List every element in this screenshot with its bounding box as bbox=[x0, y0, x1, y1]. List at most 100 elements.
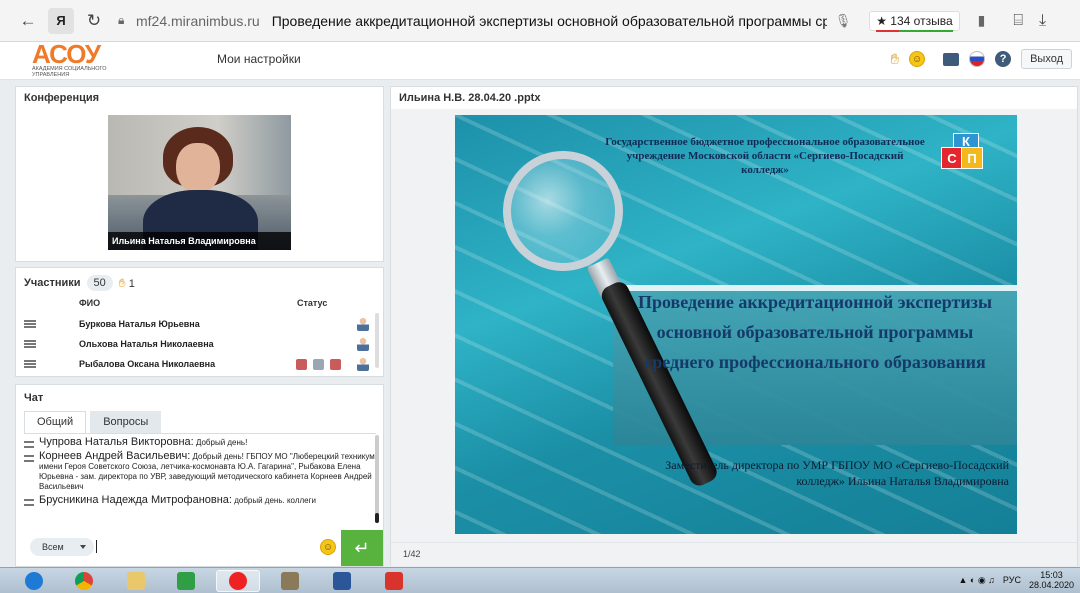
app-header: АСОУ Академия социального управления Мои… bbox=[0, 39, 1080, 80]
participant-row[interactable]: Ольхова Наталья Николаевна bbox=[24, 334, 369, 354]
participant-status bbox=[357, 337, 369, 351]
clock[interactable]: 15:03 28.04.2020 bbox=[1029, 570, 1074, 590]
tab-questions[interactable]: Вопросы bbox=[90, 411, 162, 433]
translate-icon[interactable]: ⌸ bbox=[1013, 12, 1023, 30]
drag-handle-icon[interactable] bbox=[24, 340, 36, 348]
message-author: Чупрова Наталья Викторовна: bbox=[39, 436, 194, 448]
emoji-icon[interactable]: ☺ bbox=[320, 539, 336, 555]
clock-time: 15:03 bbox=[1040, 570, 1063, 580]
column-status: Статус bbox=[297, 298, 328, 308]
yandex-browser-icon[interactable] bbox=[216, 570, 260, 592]
reviews-badge[interactable]: ★ 134 отзыва bbox=[869, 10, 960, 32]
logo-cube: С bbox=[941, 147, 963, 169]
download-icon[interactable]: ⤓ bbox=[1039, 12, 1046, 30]
message-text: добрый день. коллеги bbox=[234, 496, 316, 505]
slide[interactable]: Государственное бюджетное профессиональн… bbox=[455, 115, 1017, 534]
explorer-icon[interactable] bbox=[114, 570, 158, 592]
page-number: 1/42 bbox=[403, 549, 421, 559]
drag-handle-icon[interactable] bbox=[24, 360, 36, 368]
logo-mark: АСОУ bbox=[32, 39, 101, 69]
chat-input[interactable] bbox=[96, 540, 97, 553]
recipient-value: Всем bbox=[42, 542, 64, 552]
message-author: Корнеев Андрей Васильевич: bbox=[39, 450, 191, 462]
participant-name: Буркова Наталья Юрьевна bbox=[79, 319, 200, 329]
reload-icon[interactable]: ↻ bbox=[80, 7, 108, 35]
user-icon bbox=[357, 337, 369, 351]
user-icon bbox=[357, 357, 369, 371]
header-actions: ✋︎ ☺ ? Выход bbox=[891, 49, 1072, 69]
slide-heading: Проведение аккредитационной экспертизы о… bbox=[637, 292, 993, 372]
chat-panel: Чат Общий Вопросы Чупрова Наталья Виктор… bbox=[15, 384, 384, 567]
chat-message: Чупрова Наталья Викторовна: Добрый день! bbox=[24, 437, 376, 448]
participant-status bbox=[296, 357, 369, 371]
scrollbar-thumb[interactable] bbox=[375, 513, 379, 523]
chrome-icon[interactable] bbox=[62, 570, 106, 592]
participants-count: 50 bbox=[86, 275, 113, 291]
tray-icons[interactable]: ▲ ◐ ◉ ♫ bbox=[958, 575, 994, 586]
asou-logo[interactable]: АСОУ Академия социального управления bbox=[32, 39, 132, 80]
chevron-down-icon bbox=[80, 545, 86, 549]
message-handle-icon bbox=[24, 499, 34, 506]
slide-organization: Государственное бюджетное профессиональн… bbox=[605, 136, 925, 176]
column-fio: ФИО bbox=[79, 298, 101, 308]
college-logo: К С П bbox=[941, 133, 985, 177]
folder-icon[interactable] bbox=[943, 52, 960, 66]
microphone-icon[interactable]: 🎙︎ bbox=[835, 13, 852, 29]
participant-name: Рыбалова Оксана Николаевна bbox=[79, 359, 216, 369]
clock-date: 28.04.2020 bbox=[1028, 580, 1074, 590]
ie-icon[interactable] bbox=[12, 570, 56, 592]
logo-subtitle: Академия социального управления bbox=[32, 66, 107, 78]
recipient-select[interactable]: Всем bbox=[30, 538, 94, 556]
language-indicator[interactable]: РУС bbox=[1003, 575, 1021, 585]
word-icon[interactable] bbox=[320, 570, 364, 592]
windows-taskbar: ▲ ◐ ◉ ♫ РУС 15:03 28.04.2020 bbox=[0, 567, 1080, 593]
emotion-icon[interactable]: ☺ bbox=[909, 51, 926, 67]
camera-status-icon bbox=[313, 358, 324, 370]
video-face bbox=[176, 143, 220, 193]
message-handle-icon bbox=[24, 441, 34, 448]
chat-scrollbar[interactable] bbox=[375, 435, 379, 523]
system-tray: ▲ ◐ ◉ ♫ РУС 15:03 28.04.2020 bbox=[958, 570, 1074, 590]
conference-panel: Конференция Ильина Наталья Владимировна bbox=[15, 86, 384, 262]
message-text: Добрый день! bbox=[195, 438, 248, 447]
chat-input-row: Всем ☺ ↵ bbox=[16, 530, 385, 566]
raised-hands-count: 1 bbox=[128, 277, 135, 290]
yandex-button[interactable]: Я bbox=[48, 7, 74, 34]
exit-button[interactable]: Выход bbox=[1021, 49, 1072, 69]
raised-hands: ✋︎ 1 bbox=[119, 276, 135, 291]
drag-handle-icon[interactable] bbox=[24, 320, 36, 328]
app-icon[interactable] bbox=[268, 570, 312, 592]
hand-icon: ✋︎ bbox=[118, 275, 126, 290]
tab-general[interactable]: Общий bbox=[24, 411, 87, 433]
hand-status-icon bbox=[296, 358, 307, 370]
raise-hand-icon[interactable]: ✋︎ bbox=[891, 51, 900, 68]
acrobat-icon[interactable] bbox=[372, 570, 416, 592]
conference-title: Конференция bbox=[24, 92, 100, 104]
participant-name: Ольхова Наталья Николаевна bbox=[79, 339, 214, 349]
address-bar[interactable]: mf24.miranimbus.ru bbox=[136, 13, 260, 29]
participants-title: Участники bbox=[24, 277, 81, 289]
send-button[interactable]: ↵ bbox=[341, 530, 383, 566]
participants-header: Участники 50 ✋︎ 1 bbox=[24, 275, 135, 291]
language-flag-icon[interactable] bbox=[969, 51, 986, 67]
bookmark-icon[interactable]: ▮ bbox=[978, 12, 986, 29]
store-icon[interactable] bbox=[164, 570, 208, 592]
help-icon[interactable]: ? bbox=[995, 51, 1012, 67]
chat-tabs: Общий Вопросы bbox=[24, 411, 162, 433]
presentation-footer: 1/42 bbox=[391, 542, 1077, 566]
presentation-title: Ильина Н.В. 28.04.20 .pptx bbox=[399, 92, 541, 104]
back-icon[interactable]: ← bbox=[14, 7, 42, 35]
participant-row[interactable]: Буркова Наталья Юрьевна bbox=[24, 314, 369, 334]
presentation-viewer: Государственное бюджетное профессиональн… bbox=[391, 109, 1077, 542]
mic-status-icon bbox=[330, 358, 341, 370]
lock-icon[interactable]: 🔒︎ bbox=[118, 13, 132, 29]
my-settings-link[interactable]: Мои настройки bbox=[217, 52, 301, 66]
speaker-video[interactable]: Ильина Наталья Владимировна bbox=[108, 115, 291, 250]
message-author: Брусникина Надежда Митрофановна: bbox=[39, 494, 232, 506]
participant-row[interactable]: Рыбалова Оксана Николаевна bbox=[24, 354, 369, 374]
chat-message: Корнеев Андрей Васильевич: Добрый день! … bbox=[24, 451, 376, 492]
participants-scrollbar[interactable] bbox=[375, 313, 379, 368]
tab-title: Проведение аккредитационной экспертизы о… bbox=[271, 12, 827, 29]
participants-panel: Участники 50 ✋︎ 1 ФИО Статус Буркова Нат… bbox=[15, 267, 384, 377]
slide-signature: Заместитель директора по УМР ГБПОУ МО «С… bbox=[665, 458, 1009, 488]
